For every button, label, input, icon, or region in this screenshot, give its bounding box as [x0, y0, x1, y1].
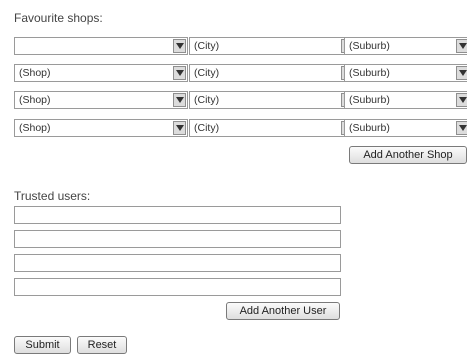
chevron-down-icon[interactable]	[173, 121, 186, 135]
submit-button[interactable]: Submit	[14, 336, 71, 354]
chevron-down-icon[interactable]	[456, 39, 467, 53]
city-select-value: (City)	[194, 122, 220, 134]
chevron-down-icon[interactable]	[456, 121, 467, 135]
suburb-select-value: (Suburb)	[349, 94, 390, 106]
shop-select[interactable]: (Shop)	[14, 119, 188, 137]
trusted-user-input[interactable]	[14, 254, 341, 272]
city-select[interactable]: (City)	[189, 119, 356, 137]
shop-select-value: (Shop)	[19, 67, 51, 79]
chevron-down-icon[interactable]	[456, 93, 467, 107]
suburb-select[interactable]: (Suburb)	[344, 91, 467, 109]
chevron-down-icon[interactable]	[173, 93, 186, 107]
chevron-down-icon[interactable]	[173, 66, 186, 80]
reset-button[interactable]: Reset	[77, 336, 127, 354]
favourite-shops-heading: Favourite shops:	[14, 11, 103, 25]
trusted-users-heading: Trusted users:	[14, 189, 91, 203]
suburb-select-value: (Suburb)	[349, 40, 390, 52]
add-another-shop-button[interactable]: Add Another Shop	[349, 146, 467, 164]
trusted-user-input[interactable]	[14, 230, 341, 248]
chevron-down-icon[interactable]	[173, 39, 186, 53]
shop-select-value: (Shop)	[19, 122, 51, 134]
city-select[interactable]: (City)	[189, 64, 356, 82]
trusted-user-input[interactable]	[14, 278, 341, 296]
city-select-value: (City)	[194, 94, 220, 106]
suburb-select-value: (Suburb)	[349, 122, 390, 134]
suburb-select[interactable]: (Suburb)	[344, 37, 467, 55]
suburb-select[interactable]: (Suburb)	[344, 119, 467, 137]
city-select-value: (City)	[194, 67, 220, 79]
shop-select-value: (Shop)	[19, 94, 51, 106]
shop-select[interactable]: (Shop)	[14, 91, 188, 109]
shop-select[interactable]	[14, 37, 188, 55]
add-another-user-button[interactable]: Add Another User	[226, 302, 340, 320]
trusted-user-input[interactable]	[14, 206, 341, 224]
chevron-down-icon[interactable]	[456, 66, 467, 80]
city-select[interactable]: (City)	[189, 37, 356, 55]
suburb-select-value: (Suburb)	[349, 67, 390, 79]
city-select[interactable]: (City)	[189, 91, 356, 109]
suburb-select[interactable]: (Suburb)	[344, 64, 467, 82]
city-select-value: (City)	[194, 40, 220, 52]
shop-select[interactable]: (Shop)	[14, 64, 188, 82]
